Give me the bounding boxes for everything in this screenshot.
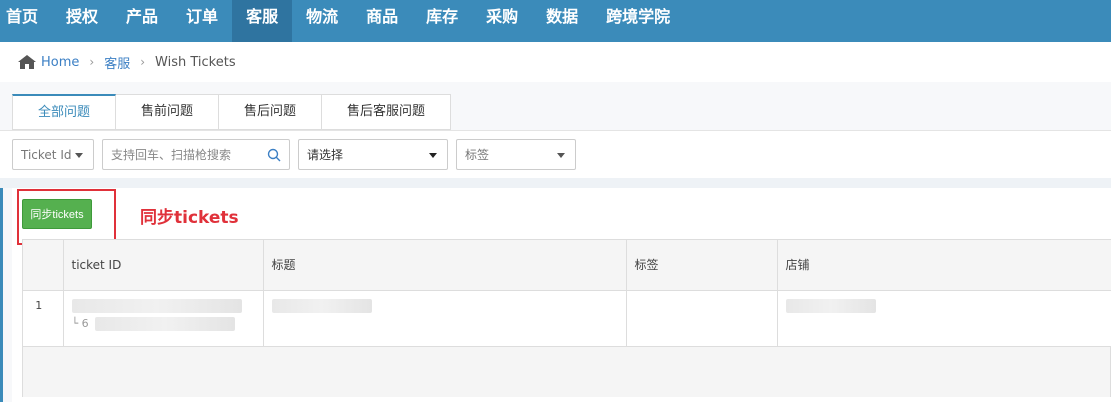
home-icon [18, 55, 36, 69]
tab-aftersale-questions[interactable]: 售后问题 [219, 94, 323, 130]
redacted-text [71, 298, 242, 313]
nav-item-data[interactable]: 数据 [532, 0, 592, 42]
nav-item-inventory[interactable]: 库存 [412, 0, 472, 42]
redacted-text [94, 316, 235, 331]
ticket-sub-id: └ 6 [71, 316, 255, 331]
breadcrumb: Home › 客服 › Wish Tickets [0, 42, 1111, 82]
breadcrumb-current: Wish Tickets [155, 54, 236, 70]
nav-item-academy[interactable]: 跨境学院 [592, 0, 684, 42]
cell-title [263, 290, 627, 347]
search-input[interactable] [111, 147, 261, 162]
tab-all-questions[interactable]: 全部问题 [12, 94, 117, 130]
field-select-value: Ticket Id [21, 147, 72, 162]
nav-item-goods[interactable]: 商品 [352, 0, 412, 42]
content-divider [0, 178, 1111, 188]
cell-ticket-id[interactable]: └ 6 [63, 290, 264, 347]
nav-item-customer-service[interactable]: 客服 [232, 0, 293, 42]
search-box [102, 139, 290, 170]
tab-presale-questions[interactable]: 售前问题 [116, 94, 220, 130]
tree-connector: └ 6 [71, 317, 89, 330]
col-header-tags[interactable]: 标签 [626, 240, 778, 291]
chevron-right-icon: › [89, 55, 95, 69]
row-index: 1 [23, 290, 64, 347]
table-empty-area [23, 346, 1110, 397]
tickets-table: ticket ID 标题 标签 店铺 1 └ 6 [22, 239, 1111, 397]
nav-item-products[interactable]: 产品 [112, 0, 172, 42]
top-nav: 首页 授权 产品 订单 客服 物流 商品 库存 采购 数据 跨境学院 [0, 0, 1111, 42]
question-tabs: 全部问题 售前问题 售后问题 售后客服问题 [12, 94, 452, 130]
tabs-area: 全部问题 售前问题 售后问题 售后客服问题 [0, 82, 1111, 130]
nav-item-orders[interactable]: 订单 [172, 0, 232, 42]
filter-bar: Ticket Id 请选择 标签 [0, 130, 1111, 178]
breadcrumb-home-link[interactable]: Home [41, 55, 79, 70]
field-select[interactable]: Ticket Id [12, 139, 94, 170]
left-accent-bar [0, 188, 3, 402]
caret-down-icon [75, 153, 83, 158]
col-header-index [23, 240, 64, 291]
tab-aftersale-service-questions[interactable]: 售后客服问题 [322, 94, 452, 130]
nav-item-auth[interactable]: 授权 [52, 0, 112, 42]
search-icon[interactable] [267, 148, 281, 162]
table-header-row: ticket ID 标题 标签 店铺 [23, 240, 1111, 291]
tag-select[interactable]: 标签 [456, 139, 576, 170]
redacted-text [785, 298, 876, 313]
nav-item-home[interactable]: 首页 [0, 0, 52, 42]
caret-down-icon [557, 153, 565, 158]
redacted-text [271, 298, 372, 313]
status-select-value: 请选择 [307, 148, 344, 162]
cell-tags [626, 290, 778, 347]
annotation-label: 同步tickets [140, 208, 239, 228]
col-header-title[interactable]: 标题 [263, 240, 627, 291]
col-header-ticket-id[interactable]: ticket ID [63, 240, 264, 291]
chevron-right-icon: › [140, 55, 146, 69]
highlight-box [17, 189, 116, 245]
cell-store [777, 290, 1111, 347]
nav-item-purchasing[interactable]: 采购 [472, 0, 532, 42]
col-header-store[interactable]: 店铺 [777, 240, 1111, 291]
breadcrumb-section-link[interactable]: 客服 [104, 53, 130, 72]
status-select[interactable]: 请选择 [298, 139, 448, 170]
nav-item-logistics[interactable]: 物流 [292, 0, 352, 42]
caret-down-icon [429, 153, 437, 158]
table-row[interactable]: 1 └ 6 [23, 290, 1111, 347]
tag-select-value: 标签 [465, 148, 490, 162]
